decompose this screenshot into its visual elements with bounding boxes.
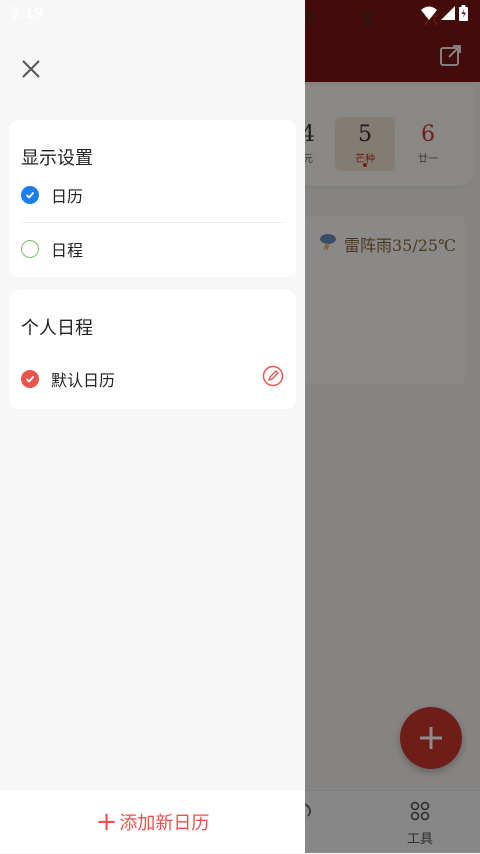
wifi-icon [421,6,437,20]
status-icons [421,4,468,22]
checkbox-checked[interactable] [21,186,39,204]
close-button[interactable] [16,54,46,84]
check-icon [25,375,35,383]
divider [21,222,284,223]
option-schedule[interactable]: 日程 [21,234,286,264]
calendar-item-default[interactable]: 默认日历 [21,364,286,394]
check-icon [25,191,35,199]
close-icon [22,60,40,78]
display-settings-card: 显示设置 日历 日程 [9,120,296,277]
option-label: 日程 [51,241,84,260]
personal-schedule-title: 个人日程 [21,318,93,339]
personal-schedule-card: 个人日程 默认日历 [9,290,296,409]
add-calendar-button[interactable]: + 添加新日历 [96,809,210,835]
signal-icon [441,6,455,20]
battery-icon [459,5,468,21]
edit-calendar-button[interactable] [262,365,284,387]
drawer-footer: + 添加新日历 [0,790,305,853]
option-calendar[interactable]: 日历 [21,180,286,210]
checkbox-unchecked[interactable] [21,240,39,258]
calendar-drawer: 显示设置 日历 日程 个人日程 默认日历 + 添加新日历 [0,0,305,853]
option-label: 日历 [51,187,84,206]
pencil-icon [262,365,284,387]
status-time: 3:19 [10,4,44,22]
checkbox-checked[interactable] [21,370,39,388]
display-settings-title: 显示设置 [21,148,93,169]
calendar-label: 默认日历 [51,371,116,390]
plus-icon: + [95,806,118,837]
add-calendar-label: 添加新日历 [119,812,210,834]
